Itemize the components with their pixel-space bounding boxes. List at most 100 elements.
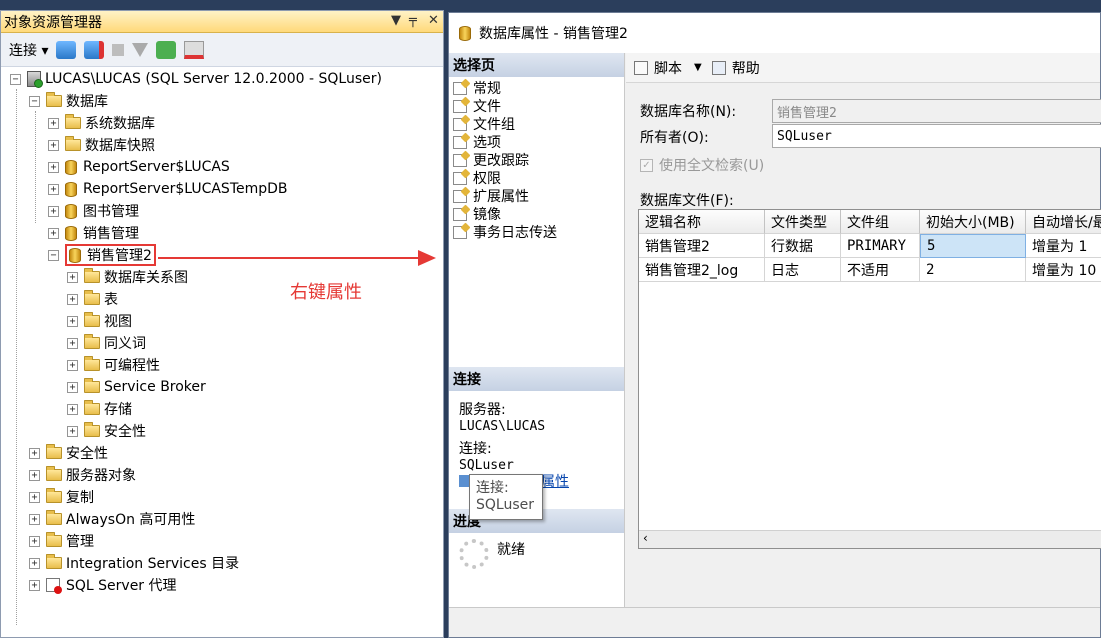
close-icon[interactable]: ✕: [428, 13, 439, 28]
horizontal-scrollbar[interactable]: ‹: [639, 530, 1101, 548]
expand-icon[interactable]: +: [67, 381, 78, 393]
tree-node-alwayson[interactable]: + AlwaysOn 高可用性: [29, 509, 195, 529]
column-header[interactable]: 自动增长/最: [1026, 210, 1101, 234]
tree-node-security[interactable]: + 安全性: [29, 443, 108, 463]
connect-button[interactable]: 连接 ▾: [9, 40, 48, 60]
tree-node-tables[interactable]: + 表: [67, 289, 118, 309]
page-log-shipping[interactable]: 事务日志传送: [449, 223, 624, 241]
column-header[interactable]: 文件组: [841, 210, 920, 234]
owner-field[interactable]: SQLuser: [772, 124, 1101, 148]
pin-icon[interactable]: ╤: [409, 13, 417, 28]
annotation-arrow-line: [158, 257, 420, 259]
page-label: 扩展属性: [473, 189, 529, 205]
expand-icon[interactable]: +: [48, 227, 59, 239]
tree-node-storage[interactable]: + 存储: [67, 399, 132, 419]
stop-icon[interactable]: [112, 43, 125, 56]
scroll-left-icon[interactable]: ‹: [643, 531, 648, 545]
expand-icon[interactable]: +: [29, 491, 40, 503]
expand-icon[interactable]: +: [67, 425, 78, 437]
tree-node-databases[interactable]: − 数据库: [29, 91, 108, 111]
tree-node-management[interactable]: + 管理: [29, 531, 94, 551]
expand-icon[interactable]: +: [48, 205, 59, 217]
column-header[interactable]: 逻辑名称: [639, 210, 765, 234]
page-label: 文件组: [473, 117, 515, 133]
filegroup-cell[interactable]: PRIMARY: [841, 234, 920, 258]
fulltext-checkbox[interactable]: ✓: [640, 158, 653, 172]
expand-icon[interactable]: +: [67, 293, 78, 305]
tree-node-server-objects[interactable]: + 服务器对象: [29, 465, 136, 485]
fulltext-option[interactable]: ✓ 使用全文检索(U): [640, 155, 764, 175]
tree-node-db-diagrams[interactable]: + 数据库关系图: [67, 267, 188, 287]
tree-node-database-snapshots[interactable]: + 数据库快照: [48, 135, 155, 155]
column-header[interactable]: 初始大小(MB): [920, 210, 1026, 234]
expand-icon[interactable]: +: [67, 403, 78, 415]
file-type-cell[interactable]: 日志: [765, 258, 841, 282]
tree-node-reportserver[interactable]: + ReportServer$LUCAS: [48, 157, 230, 177]
tree-node-service-broker[interactable]: + Service Broker: [67, 377, 206, 397]
tree-node-system-databases[interactable]: + 系统数据库: [48, 113, 155, 133]
initial-size-cell[interactable]: 5: [920, 234, 1026, 258]
tree-node-label: Service Broker: [104, 379, 206, 395]
table-row[interactable]: 销售管理2 行数据 PRIMARY 5 增量为 1: [639, 234, 1101, 258]
collapse-icon[interactable]: −: [48, 249, 59, 261]
expand-icon[interactable]: +: [67, 271, 78, 283]
tree-node-views[interactable]: + 视图: [67, 311, 132, 331]
tree-node-programmability[interactable]: + 可编程性: [67, 355, 160, 375]
logical-name-cell[interactable]: 销售管理2_log: [639, 258, 765, 282]
table-row[interactable]: 销售管理2_log 日志 不适用 2 增量为 10: [639, 258, 1101, 282]
dropdown-icon[interactable]: ▼: [391, 13, 401, 28]
autogrowth-cell[interactable]: 增量为 10: [1026, 258, 1101, 282]
tree-node-replication[interactable]: + 复制: [29, 487, 94, 507]
tree-node-db-security[interactable]: + 安全性: [67, 421, 146, 441]
tree-node-sales-management-2[interactable]: − 销售管理2: [48, 244, 156, 266]
tree-node-reportserver-tempdb[interactable]: + ReportServer$LUCASTempDB: [48, 179, 288, 199]
page-change-tracking[interactable]: 更改跟踪: [449, 151, 624, 169]
tree-node-sales-management[interactable]: + 销售管理: [48, 223, 139, 243]
tree-node-integration-services[interactable]: + Integration Services 目录: [29, 553, 239, 573]
expand-icon[interactable]: +: [29, 535, 40, 547]
tree-node-label: 视图: [104, 314, 132, 330]
page-options[interactable]: 选项: [449, 133, 624, 151]
page-filegroups[interactable]: 文件组: [449, 115, 624, 133]
filegroup-cell[interactable]: 不适用: [841, 258, 920, 282]
expand-icon[interactable]: +: [48, 183, 59, 195]
logical-name-cell[interactable]: 销售管理2: [639, 234, 765, 258]
disconnect-icon[interactable]: [84, 40, 105, 59]
expand-icon[interactable]: +: [48, 139, 59, 151]
page-files[interactable]: 文件: [449, 97, 624, 115]
expand-icon[interactable]: +: [48, 161, 59, 173]
collapse-icon[interactable]: −: [10, 73, 21, 85]
column-header[interactable]: 文件类型: [765, 210, 841, 234]
script-button[interactable]: 脚本: [654, 58, 682, 78]
expand-icon[interactable]: +: [29, 469, 40, 481]
tree-node-library-management[interactable]: + 图书管理: [48, 201, 139, 221]
file-type-cell[interactable]: 行数据: [765, 234, 841, 258]
tree-node-server[interactable]: − LUCAS\LUCAS (SQL Server 12.0.2000 - SQ…: [10, 69, 382, 89]
expand-icon[interactable]: +: [29, 447, 40, 459]
tree-node-synonyms[interactable]: + 同义词: [67, 333, 146, 353]
page-icon: [453, 135, 467, 149]
script-dropdown-icon[interactable]: ▼: [694, 62, 702, 73]
tree-node-sql-agent[interactable]: + SQL Server 代理: [29, 575, 177, 595]
filter-icon[interactable]: [132, 42, 149, 57]
collapse-icon[interactable]: −: [29, 95, 40, 107]
page-mirroring[interactable]: 镜像: [449, 205, 624, 223]
expand-icon[interactable]: +: [67, 315, 78, 327]
refresh-icon[interactable]: [156, 40, 177, 59]
page-permissions[interactable]: 权限: [449, 169, 624, 187]
expand-icon[interactable]: +: [29, 557, 40, 569]
autogrowth-cell[interactable]: 增量为 1: [1026, 234, 1101, 258]
page-extended-properties[interactable]: 扩展属性: [449, 187, 624, 205]
expand-icon[interactable]: +: [29, 513, 40, 525]
expand-icon[interactable]: +: [67, 359, 78, 371]
page-icon: [453, 81, 467, 95]
initial-size-cell[interactable]: 2: [920, 258, 1026, 282]
view-connection-link[interactable]: 属性: [541, 471, 569, 491]
expand-icon[interactable]: +: [67, 337, 78, 349]
expand-icon[interactable]: +: [48, 117, 59, 129]
page-general[interactable]: 常规: [449, 79, 624, 97]
expand-icon[interactable]: +: [29, 579, 40, 591]
help-button[interactable]: 帮助: [732, 58, 760, 78]
activity-monitor-icon[interactable]: [184, 40, 205, 59]
connect-icon[interactable]: [56, 40, 77, 59]
